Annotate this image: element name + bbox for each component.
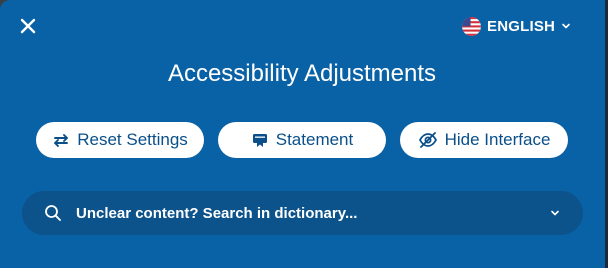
language-selector[interactable]: ENGLISH <box>462 15 571 37</box>
chevron-down-icon <box>562 23 570 29</box>
language-label: ENGLISH <box>487 17 556 35</box>
reset-settings-label: Reset Settings <box>77 130 188 149</box>
us-flag-icon <box>462 16 481 36</box>
statement-button[interactable]: Statement <box>218 122 386 158</box>
dictionary-search-text: Unclear content? Search in dictionary... <box>76 204 358 222</box>
dictionary-search-bar[interactable]: Unclear content? Search in dictionary... <box>22 191 583 235</box>
statement-icon <box>252 134 267 147</box>
accessibility-panel: ENGLISH Accessibility Adjustments Reset … <box>0 0 608 268</box>
hide-interface-label: Hide Interface <box>444 130 551 149</box>
search-icon <box>45 205 61 221</box>
eye-slash-icon <box>418 132 437 148</box>
chevron-down-icon[interactable] <box>549 207 561 219</box>
close-button[interactable] <box>16 14 40 38</box>
reset-arrows-icon <box>54 134 69 147</box>
panel-title: Accessibility Adjustments <box>167 60 437 87</box>
hide-interface-button[interactable]: Hide Interface <box>400 122 568 158</box>
close-icon <box>20 18 36 34</box>
reset-settings-button[interactable]: Reset Settings <box>36 122 204 158</box>
statement-label: Statement <box>275 130 354 149</box>
